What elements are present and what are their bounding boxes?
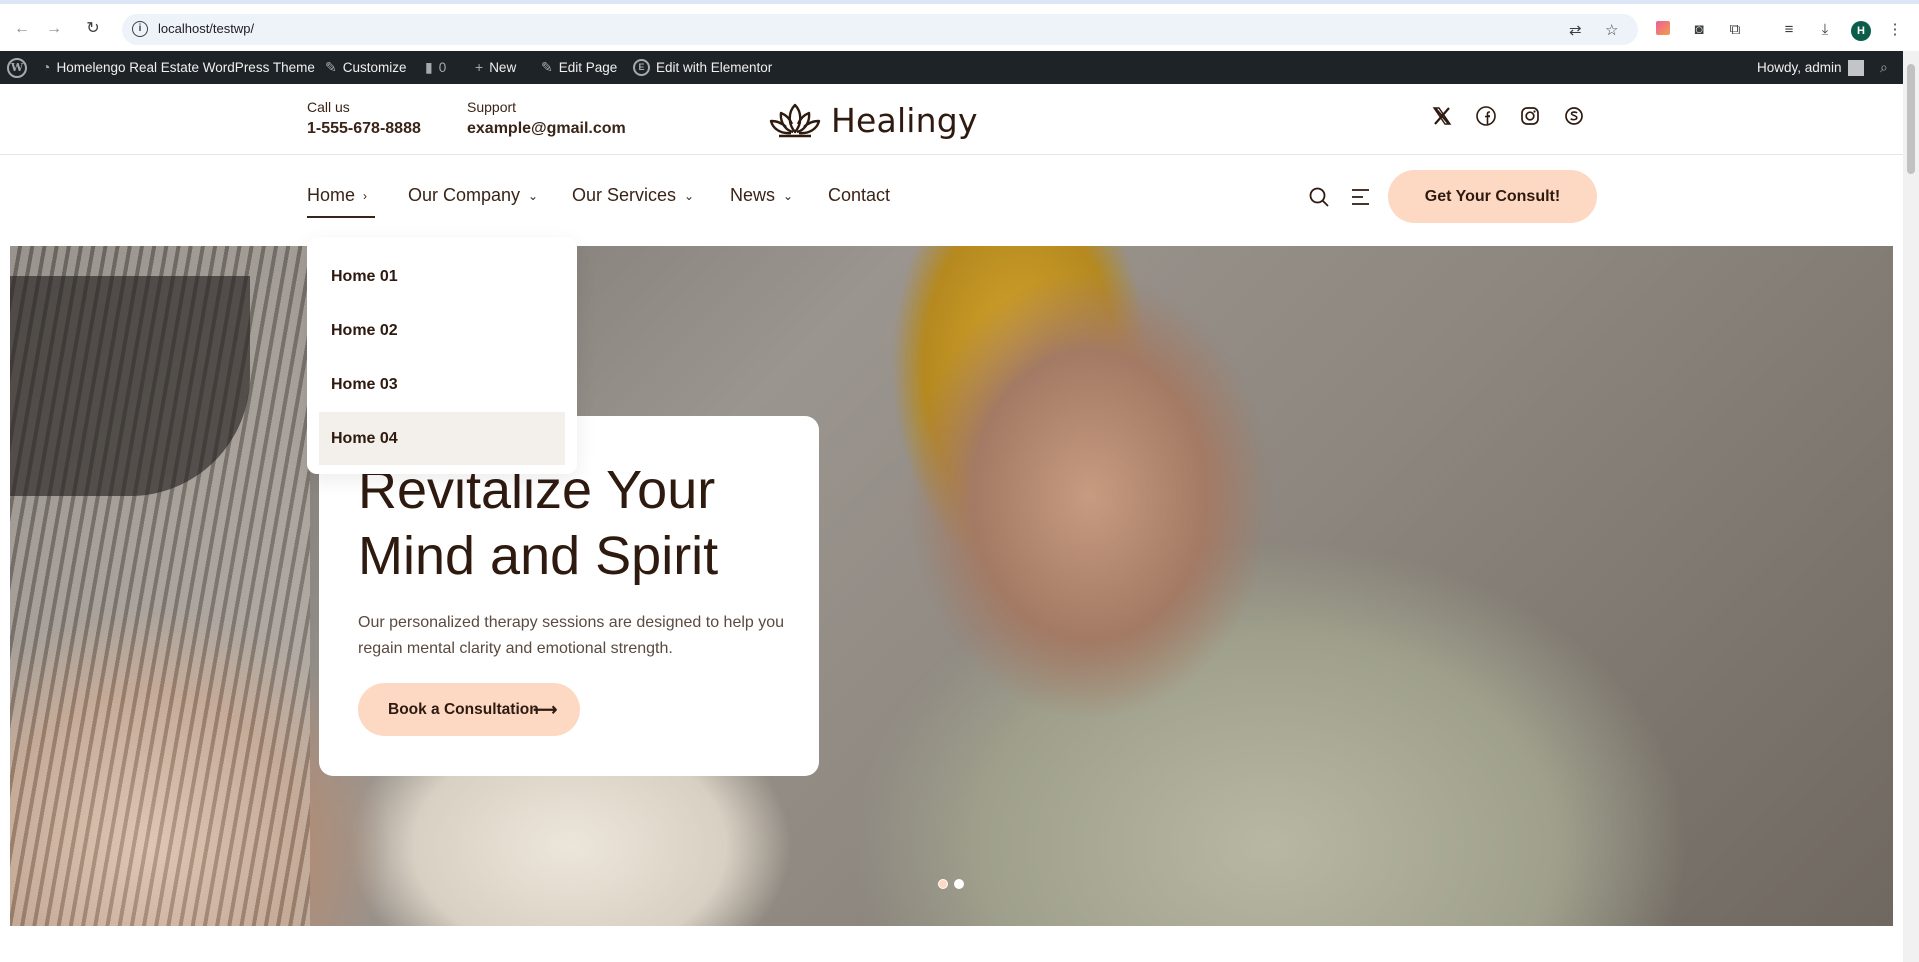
comment-bubble-icon: ▮: [425, 59, 433, 75]
top-info-header: Call us 1-555-678-8888 Support example@g…: [0, 84, 1903, 155]
admin-new[interactable]: + New: [475, 51, 516, 84]
extensions-puzzle-icon[interactable]: ⧉: [1726, 21, 1744, 39]
search-icon[interactable]: [1308, 186, 1330, 208]
download-icon[interactable]: ⤓: [1816, 21, 1834, 39]
elementor-icon: E: [633, 59, 650, 76]
nav-contact[interactable]: Contact: [828, 185, 890, 206]
admin-search-icon[interactable]: ⌕: [1880, 51, 1888, 84]
nav-home[interactable]: Home ›: [307, 185, 367, 206]
wp-admin-bar: W ◔ Homelengo Real Estate WordPress Them…: [0, 51, 1919, 84]
x-icon[interactable]: [1431, 105, 1453, 127]
skype-icon[interactable]: [1563, 105, 1585, 127]
dropdown-item-home-03[interactable]: Home 03: [319, 358, 565, 411]
chevron-down-icon: ⌄: [684, 188, 695, 203]
browser-menu-icon[interactable]: ⋮: [1886, 21, 1904, 39]
hero-image: [10, 246, 1893, 926]
pencil-icon: ✎: [541, 59, 553, 75]
forward-icon[interactable]: →: [44, 19, 64, 39]
extension-gradient-icon[interactable]: [1654, 21, 1672, 39]
scrollbar-thumb[interactable]: [1907, 64, 1915, 174]
site-info-icon[interactable]: i: [132, 21, 148, 37]
support-label: Support: [467, 99, 517, 115]
get-consult-button[interactable]: Get Your Consult!: [1388, 170, 1597, 223]
reload-icon[interactable]: ↻: [83, 19, 103, 39]
facebook-icon[interactable]: [1475, 105, 1497, 127]
dashboard-icon: ◔: [42, 59, 51, 75]
nav-our-company[interactable]: Our Company ⌄: [408, 185, 538, 206]
dropdown-item-home-04[interactable]: Home 04: [319, 412, 565, 465]
nav-our-services[interactable]: Our Services ⌄: [572, 185, 694, 206]
admin-comments[interactable]: ▮ 0: [425, 51, 446, 84]
hero-title: Revitalize Your Mind and Spirit: [358, 460, 719, 586]
phone-number[interactable]: 1-555-678-8888: [307, 120, 421, 138]
nav-news[interactable]: News ⌄: [730, 185, 793, 206]
dropdown-item-home-02[interactable]: Home 02: [319, 304, 565, 357]
url-text[interactable]: localhost/testwp/: [158, 21, 254, 36]
address-bar[interactable]: i localhost/testwp/ ⇄ ☆: [122, 14, 1638, 45]
chevron-down-icon: ⌄: [528, 188, 539, 203]
plus-icon: +: [475, 59, 484, 75]
camera-icon[interactable]: ◙: [1690, 21, 1708, 39]
page-scrollbar[interactable]: [1903, 51, 1919, 962]
logo-text: Healingy: [831, 101, 978, 140]
back-icon[interactable]: ←: [12, 19, 32, 39]
profile-avatar[interactable]: H: [1851, 21, 1871, 41]
slider-dot-1[interactable]: [938, 879, 948, 889]
admin-site-name[interactable]: ◔ Homelengo Real Estate WordPress Theme: [42, 51, 315, 84]
support-email[interactable]: example@gmail.com: [467, 120, 626, 138]
admin-edit-page[interactable]: ✎ Edit Page: [541, 51, 617, 84]
site-logo[interactable]: Healingy: [769, 101, 978, 140]
bookmark-star-icon[interactable]: ☆: [1605, 21, 1618, 39]
chevron-right-icon: ›: [363, 188, 368, 203]
instagram-icon[interactable]: [1519, 105, 1541, 127]
hamburger-menu-icon[interactable]: [1349, 187, 1371, 207]
media-queue-icon[interactable]: ≡: [1780, 21, 1798, 39]
admin-edit-elementor[interactable]: E Edit with Elementor: [633, 51, 772, 84]
admin-avatar: [1847, 59, 1864, 76]
lotus-logo-icon: [769, 103, 821, 137]
browser-toolbar: ← → ↻ i localhost/testwp/ ⇄ ☆ ◙ ⧉ ≡ ⤓ H …: [0, 0, 1919, 51]
book-consultation-button[interactable]: Book a Consultation ⟶: [358, 683, 580, 736]
hero-description: Our personalized therapy sessions are de…: [358, 614, 785, 657]
wordpress-logo-icon[interactable]: W: [7, 51, 27, 84]
translate-icon[interactable]: ⇄: [1569, 21, 1582, 39]
admin-customize[interactable]: ✎ Customize: [325, 51, 407, 84]
brush-icon: ✎: [325, 59, 337, 75]
slider-dot-2[interactable]: [954, 879, 964, 889]
dropdown-item-home-01[interactable]: Home 01: [319, 250, 565, 303]
main-navigation: Home › Our Company ⌄ Our Services ⌄ News…: [0, 155, 1903, 246]
nav-active-underline: [307, 216, 375, 218]
arrow-right-icon: ⟶: [533, 700, 558, 719]
admin-account[interactable]: Howdy, admin: [1757, 51, 1864, 84]
chevron-down-icon: ⌄: [783, 188, 794, 203]
home-dropdown-menu: Home 01 Home 02 Home 03 Home 04: [307, 237, 577, 474]
call-label: Call us: [307, 99, 350, 115]
